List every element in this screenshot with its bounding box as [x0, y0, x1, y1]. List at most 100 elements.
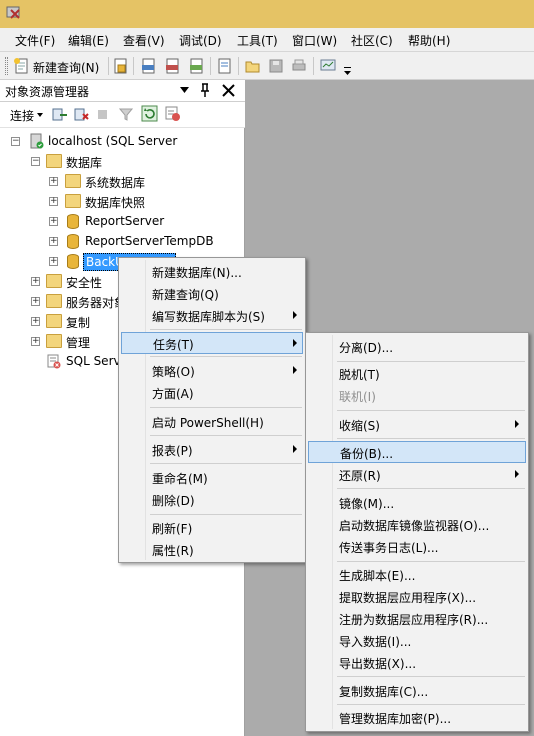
- expand-icon[interactable]: +: [49, 217, 58, 226]
- connect-button[interactable]: 连接: [10, 107, 34, 124]
- menu-item-take-offline[interactable]: 脱机(T): [308, 363, 526, 385]
- menu-tools[interactable]: 工具(T): [237, 32, 278, 49]
- menu-item-delete[interactable]: 删除(D): [121, 489, 303, 511]
- tree-node-databases[interactable]: − 数据库: [0, 152, 240, 172]
- tree-node-system-databases[interactable]: + 系统数据库: [0, 172, 240, 192]
- menu-item-refresh[interactable]: 刷新(F): [121, 517, 303, 539]
- menu-item-manage-encryption[interactable]: 管理数据库加密(P)...: [308, 707, 526, 729]
- sqlce-query-icon[interactable]: [216, 57, 234, 75]
- save-icon[interactable]: [267, 57, 285, 75]
- menu-item-mirror[interactable]: 镜像(M)...: [308, 492, 526, 514]
- menu-item-label: 启动数据库镜像监视器(O)...: [339, 519, 490, 533]
- expand-icon[interactable]: +: [49, 237, 58, 246]
- folder-icon: [46, 154, 62, 168]
- menu-item-register-dac[interactable]: 注册为数据层应用程序(R)...: [308, 608, 526, 630]
- menu-item-import-data[interactable]: 导入数据(I)...: [308, 630, 526, 652]
- menu-item-rename[interactable]: 重命名(M): [121, 467, 303, 489]
- xmla-query-icon[interactable]: [188, 57, 206, 75]
- new-query-button[interactable]: 新建查询(N): [33, 59, 99, 76]
- menu-separator: [337, 410, 525, 411]
- database-icon: [67, 234, 79, 249]
- collapse-icon[interactable]: −: [31, 157, 40, 166]
- menu-item-bring-online[interactable]: 联机(I): [308, 385, 526, 407]
- refresh-icon[interactable]: [141, 105, 158, 122]
- menu-debug[interactable]: 调试(D): [179, 32, 222, 49]
- app-icon[interactable]: [5, 4, 23, 22]
- menu-view[interactable]: 查看(V): [123, 32, 165, 49]
- close-icon[interactable]: [222, 84, 235, 97]
- menu-community[interactable]: 社区(C): [351, 32, 393, 49]
- menu-item-label: 复制数据库(C)...: [339, 685, 429, 699]
- pin-icon[interactable]: [199, 83, 211, 98]
- menu-item-reports[interactable]: 报表(P): [121, 439, 303, 461]
- menu-item-new-database[interactable]: 新建数据库(N)...: [121, 261, 303, 283]
- expand-icon[interactable]: +: [49, 257, 58, 266]
- menu-item-mirror-monitor[interactable]: 启动数据库镜像监视器(O)...: [308, 514, 526, 536]
- folder-icon: [46, 294, 62, 308]
- database-icon: [67, 214, 79, 229]
- expand-icon[interactable]: +: [49, 177, 58, 186]
- menu-edit[interactable]: 编辑(E): [68, 32, 109, 49]
- tree-label: 数据库快照: [85, 196, 146, 210]
- connect-icon[interactable]: [51, 106, 68, 123]
- expand-icon[interactable]: +: [31, 297, 40, 306]
- menu-item-policies[interactable]: 策略(O): [121, 360, 303, 382]
- menu-item-copy-database[interactable]: 复制数据库(C)...: [308, 680, 526, 702]
- print-icon[interactable]: [290, 57, 308, 75]
- menu-item-shrink[interactable]: 收缩(S): [308, 414, 526, 436]
- menu-item-log-shipping[interactable]: 传送事务日志(L)...: [308, 536, 526, 558]
- menu-item-properties[interactable]: 属性(R): [121, 539, 303, 561]
- menu-separator: [337, 488, 525, 489]
- tree-node-server[interactable]: − localhost (SQL Server: [0, 132, 240, 152]
- menu-item-restore[interactable]: 还原(R): [308, 464, 526, 486]
- tree-node-reportserver[interactable]: + ReportServer: [0, 212, 240, 232]
- toolbar-grip[interactable]: [5, 57, 8, 75]
- menu-item-script-database-as[interactable]: 编写数据库脚本为(S): [121, 305, 303, 327]
- tree-label: ReportServer: [85, 214, 165, 228]
- menu-item-label: 启动 PowerShell(H): [152, 416, 264, 430]
- menu-window[interactable]: 窗口(W): [292, 32, 337, 49]
- connect-dropdown-icon[interactable]: [37, 113, 43, 117]
- menu-item-label: 属性(R): [152, 544, 194, 558]
- menu-item-new-query[interactable]: 新建查询(Q): [121, 283, 303, 305]
- expand-icon[interactable]: +: [31, 277, 40, 286]
- menu-item-extract-dac[interactable]: 提取数据层应用程序(X)...: [308, 586, 526, 608]
- menu-item-label: 导出数据(X)...: [339, 657, 417, 671]
- dropdown-arrow-icon[interactable]: [180, 87, 189, 93]
- toolbar-separator: [210, 57, 211, 75]
- tree-label: 系统数据库: [85, 176, 146, 190]
- stop-icon[interactable]: [98, 110, 107, 119]
- tree-node-reportservertempdb[interactable]: + ReportServerTempDB: [0, 232, 240, 252]
- menu-item-facets[interactable]: 方面(A): [121, 382, 303, 404]
- expand-icon[interactable]: +: [31, 337, 40, 346]
- menu-item-export-data[interactable]: 导出数据(X)...: [308, 652, 526, 674]
- activity-monitor-icon[interactable]: [319, 57, 337, 75]
- explorer-toolbar: 连接: [0, 102, 245, 128]
- menu-item-detach[interactable]: 分离(D)...: [308, 336, 526, 358]
- toolbar-overflow-icon[interactable]: [343, 66, 352, 76]
- menu-item-powershell[interactable]: 启动 PowerShell(H): [121, 411, 303, 433]
- db-engine-query-icon[interactable]: [112, 57, 130, 75]
- menu-item-generate-scripts[interactable]: 生成脚本(E)...: [308, 564, 526, 586]
- tree-label: ReportServerTempDB: [85, 234, 214, 248]
- disconnect-icon[interactable]: [73, 106, 90, 123]
- submenu-arrow-icon: [293, 445, 297, 453]
- tree-label: SQL Serv: [66, 354, 121, 368]
- menu-item-tasks[interactable]: 任务(T): [121, 332, 303, 354]
- menu-help[interactable]: 帮助(H): [408, 32, 450, 49]
- mdx-query-icon[interactable]: [140, 57, 158, 75]
- dmx-query-icon[interactable]: [164, 57, 182, 75]
- menu-file[interactable]: 文件(F): [15, 32, 55, 49]
- menu-separator: [337, 676, 525, 677]
- submenu-arrow-icon: [293, 339, 297, 347]
- filter-icon[interactable]: [119, 107, 133, 121]
- expand-icon[interactable]: +: [31, 317, 40, 326]
- expand-icon[interactable]: +: [49, 197, 58, 206]
- menu-item-backup[interactable]: 备份(B)...: [308, 441, 526, 463]
- activity-monitor-icon[interactable]: [164, 105, 181, 122]
- server-icon: [30, 133, 44, 149]
- open-file-icon[interactable]: [244, 57, 262, 75]
- tree-node-snapshots[interactable]: + 数据库快照: [0, 192, 240, 212]
- menu-separator: [337, 361, 525, 362]
- collapse-icon[interactable]: −: [11, 137, 20, 146]
